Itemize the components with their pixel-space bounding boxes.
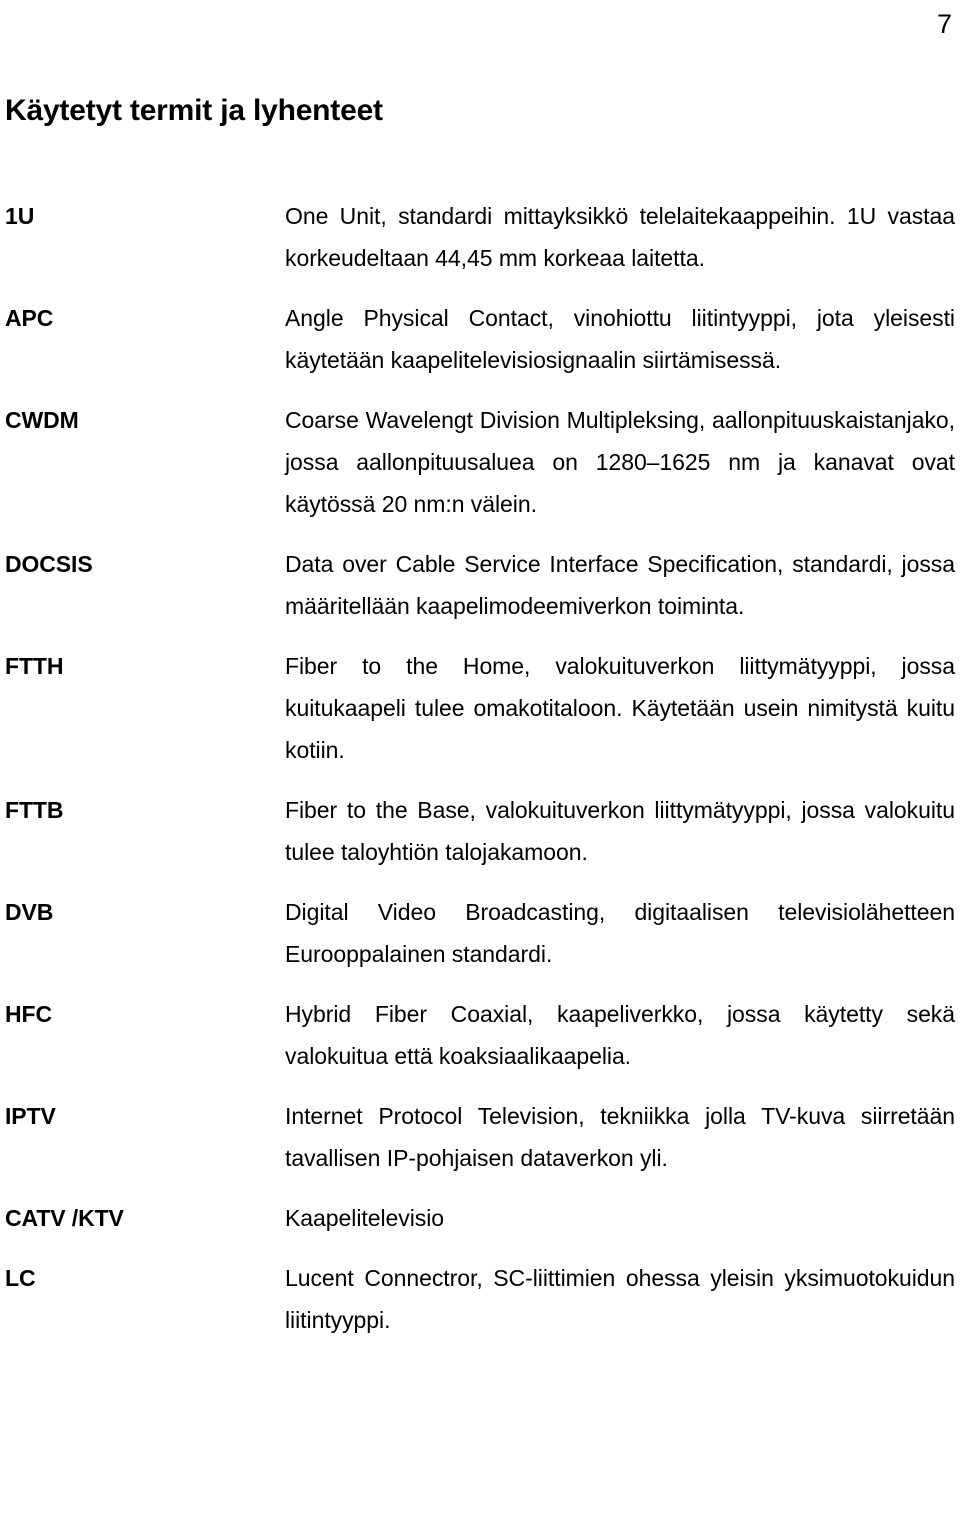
glossary-definition: Lucent Connectror, SC-liittimien ohessa … [285,1265,955,1333]
glossary-entry: CWDM Coarse Wavelengt Division Multiplek… [0,399,955,525]
glossary-term: DVB [5,899,54,925]
glossary-term: FTTH [5,653,64,679]
glossary-definition: Kaapelitelevisio [285,1205,445,1231]
glossary-term: FTTB [5,797,64,823]
glossary-entry: 1U One Unit, standardi mittayksikkö tele… [0,195,955,279]
glossary-definition: Angle Physical Contact, vinohiottu liiti… [285,305,955,373]
glossary-entry: IPTV Internet Protocol Television, tekni… [0,1095,955,1179]
glossary-entry: HFC Hybrid Fiber Coaxial, kaapeliverkko,… [0,993,955,1077]
glossary-term: DOCSIS [5,551,93,577]
glossary-entry: DOCSIS Data over Cable Service Interface… [0,543,955,627]
glossary-definition: Coarse Wavelengt Division Multipleksing,… [285,407,955,517]
glossary-term: CWDM [5,407,79,433]
glossary-list: 1U One Unit, standardi mittayksikkö tele… [0,195,960,1359]
glossary-definition: Hybrid Fiber Coaxial, kaapeliverkko, jos… [285,1001,955,1069]
page-number: 7 [936,9,952,39]
glossary-definition: Digital Video Broadcasting, digitaalisen… [285,899,955,967]
glossary-entry: FTTB Fiber to the Base, valokuituverkon … [0,789,955,873]
glossary-term: HFC [5,1001,52,1027]
page-title: Käytetyt termit ja lyhenteet [5,94,383,128]
glossary-entry: CATV /KTV Kaapelitelevisio [0,1197,955,1239]
glossary-entry: APC Angle Physical Contact, vinohiottu l… [0,297,955,381]
glossary-entry: FTTH Fiber to the Home, valokuituverkon … [0,645,955,771]
glossary-definition: Data over Cable Service Interface Specif… [285,551,955,619]
glossary-definition: Fiber to the Base, valokuituverkon liitt… [285,797,955,865]
glossary-term: LC [5,1265,36,1291]
glossary-term: CATV /KTV [5,1205,124,1231]
glossary-definition: One Unit, standardi mittayksikkö telelai… [285,203,955,271]
glossary-term: APC [5,305,54,331]
document-page: 7 Käytetyt termit ja lyhenteet 1U One Un… [0,0,960,1534]
glossary-term: 1U [5,203,35,229]
glossary-entry: DVB Digital Video Broadcasting, digitaal… [0,891,955,975]
glossary-term: IPTV [5,1103,56,1129]
glossary-definition: Fiber to the Home, valokuituverkon liitt… [285,653,955,763]
glossary-entry: LC Lucent Connectror, SC-liittimien ohes… [0,1257,955,1341]
glossary-definition: Internet Protocol Television, tekniikka … [285,1103,955,1171]
